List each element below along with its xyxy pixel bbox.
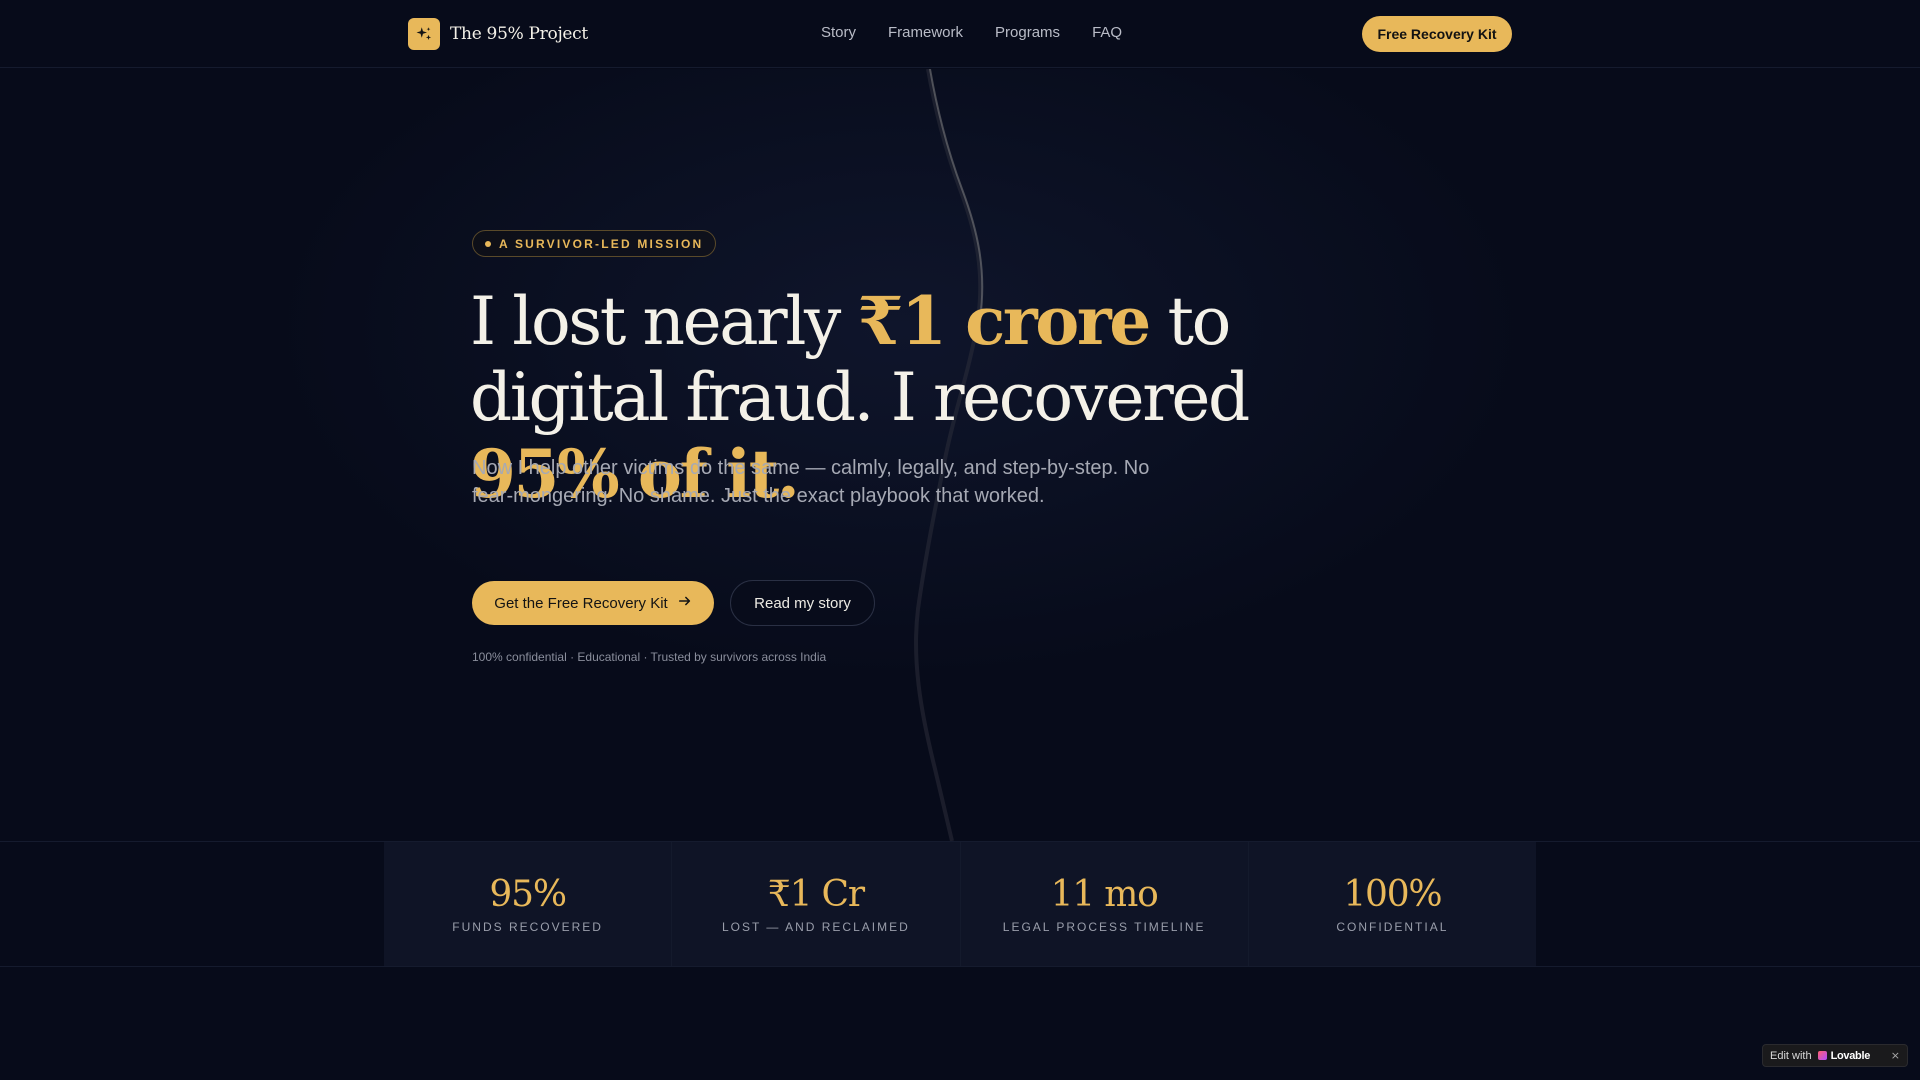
- stat-funds-recovered: 95% FUNDS RECOVERED: [384, 842, 673, 966]
- close-icon[interactable]: ×: [1891, 1049, 1900, 1062]
- headline-highlight-1: ₹1 crore: [857, 282, 1152, 360]
- read-my-story-button[interactable]: Read my story: [730, 580, 875, 626]
- stat-confidential: 100% CONFIDENTIAL: [1249, 842, 1536, 966]
- brand[interactable]: The 95% Project: [408, 18, 588, 50]
- stat-legal-timeline: 11 mo LEGAL PROCESS TIMELINE: [961, 842, 1249, 966]
- dot-icon: [485, 240, 491, 247]
- nav-link-story[interactable]: Story: [821, 24, 856, 41]
- stats-grid: 95% FUNDS RECOVERED ₹1 Cr LOST — AND REC…: [384, 842, 1536, 966]
- brand-name: The 95% Project: [450, 24, 588, 44]
- free-recovery-kit-button[interactable]: Free Recovery Kit: [1362, 16, 1512, 52]
- mission-badge: A SURVIVOR-LED MISSION: [472, 230, 717, 257]
- stat-value: 100%: [1343, 874, 1442, 915]
- stat-value: 11 mo: [1050, 874, 1159, 915]
- stat-label: LEGAL PROCESS TIMELINE: [1002, 920, 1206, 934]
- arrow-right-icon: [678, 594, 692, 612]
- lovable-edit-label: Edit with: [1770, 1049, 1812, 1062]
- hero-subhead: Now I help other victims do the same — c…: [472, 457, 1150, 507]
- stat-lost-reclaimed: ₹1 Cr LOST — AND RECLAIMED: [672, 842, 961, 966]
- badge-label: A SURVIVOR-LED MISSION: [499, 236, 704, 251]
- sparkles-icon: [408, 18, 440, 50]
- nav-link-framework[interactable]: Framework: [888, 24, 963, 41]
- get-recovery-kit-button[interactable]: Get the Free Recovery Kit: [472, 581, 714, 625]
- nav-link-faq[interactable]: FAQ: [1092, 24, 1122, 41]
- stat-label: CONFIDENTIAL: [1336, 920, 1449, 934]
- lovable-logo-icon: [1817, 1051, 1827, 1060]
- edit-with-lovable-badge[interactable]: Edit with Lovable ×: [1762, 1044, 1908, 1067]
- stat-value: 95%: [489, 874, 567, 915]
- nav-link-programs[interactable]: Programs: [995, 24, 1060, 41]
- stat-value: ₹1 Cr: [767, 874, 865, 915]
- main-nav: Story Framework Programs FAQ: [821, 24, 1122, 41]
- hero-section: A SURVIVOR-LED MISSION I lost nearly ₹1 …: [0, 69, 1920, 841]
- lovable-brand-label: Lovable: [1830, 1049, 1871, 1062]
- headline-part-1: I lost nearly: [470, 283, 858, 360]
- get-recovery-kit-label: Get the Free Recovery Kit: [494, 594, 668, 612]
- trust-line: 100% confidential · Educational · Truste…: [472, 650, 827, 664]
- stat-label: FUNDS RECOVERED: [452, 920, 603, 934]
- top-navigation: The 95% Project Story Framework Programs…: [0, 0, 1920, 68]
- stat-label: LOST — AND RECLAIMED: [721, 920, 910, 934]
- stats-bar: 95% FUNDS RECOVERED ₹1 Cr LOST — AND REC…: [0, 841, 1920, 967]
